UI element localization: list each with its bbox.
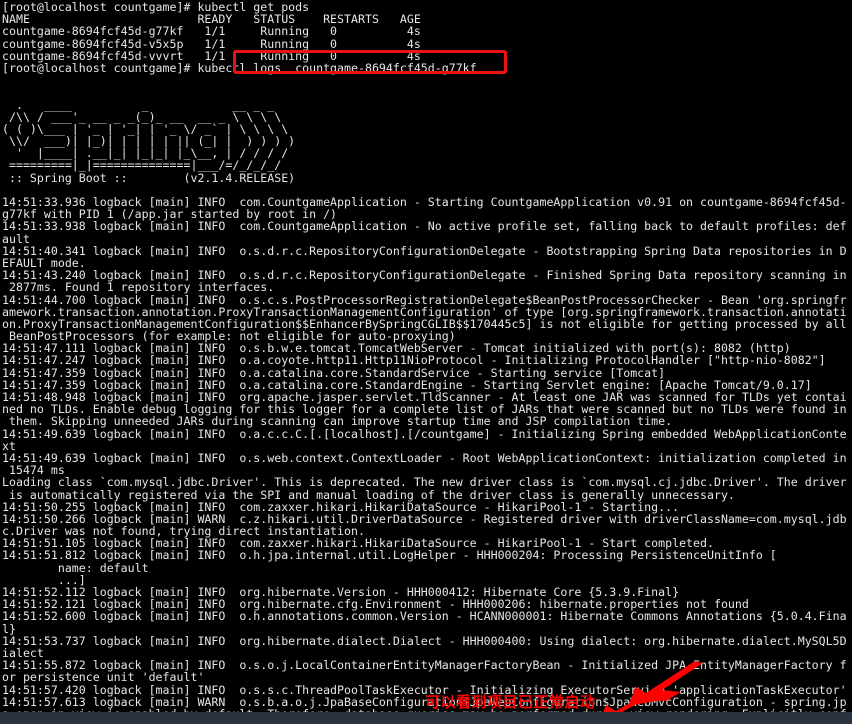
terminal-line: 14:51:52.600 logback [main] INFO o.h.ann… bbox=[2, 609, 847, 624]
terminal-line: is automatically registered via the SPI … bbox=[2, 487, 735, 502]
terminal-line: 14:51:49.639 logback [main] INFO o.a.c.c… bbox=[2, 426, 847, 441]
terminal-line: them. Skipping unneeded JARs during scan… bbox=[2, 414, 673, 429]
terminal-line: :: Spring Boot :: (v2.1.4.RELEASE) bbox=[2, 170, 296, 185]
terminal-line: 14:51:51.812 logback [main] INFO o.h.jpa… bbox=[2, 548, 777, 563]
terminal-line: l} bbox=[2, 621, 16, 636]
terminal-line: =========|_|==============|___/=/_/_/_/ bbox=[2, 158, 282, 173]
terminal-line: Loading class `com.mysql.jdbc.Driver'. T… bbox=[2, 475, 847, 490]
terminal-line: [root@localhost countgame]# kubectl logs… bbox=[2, 60, 477, 75]
status-band bbox=[0, 712, 852, 724]
terminal-line: 14:51:49.639 logback [main] INFO o.s.web… bbox=[2, 450, 847, 465]
terminal-line: or persistence unit 'default' bbox=[2, 670, 205, 685]
terminal-line: 14:51:40.341 logback [main] INFO o.s.d.r… bbox=[2, 243, 847, 258]
terminal-line: 14:51:47.359 logback [main] INFO o.a.cat… bbox=[2, 365, 666, 380]
annotation-note: 可以看到项目已正常启动 bbox=[425, 693, 596, 711]
terminal-line: countgame-8694fcf45d-g77kf 1/1 Running 0… bbox=[2, 24, 421, 39]
terminal-line: 14:51:33.938 logback [main] INFO com.Cou… bbox=[2, 219, 847, 234]
terminal-line: 14:51:44.700 logback [main] INFO o.s.c.s… bbox=[2, 292, 847, 307]
terminal-line: 14:51:53.737 logback [main] INFO org.hib… bbox=[2, 633, 847, 648]
terminal-line: countgame-8694fcf45d-v5x5p 1/1 Running 0… bbox=[2, 36, 421, 51]
terminal-output[interactable]: [root@localhost countgame]# kubectl get … bbox=[0, 0, 852, 724]
terminal-line: ault bbox=[2, 231, 30, 246]
terminal-line: . ____ _ __ _ _ bbox=[2, 97, 275, 112]
terminal-line: 14:51:47.247 logback [main] INFO o.a.coy… bbox=[2, 353, 826, 368]
terminal-line: name: default bbox=[2, 560, 149, 575]
terminal-screen: [root@localhost countgame]# kubectl get … bbox=[0, 0, 852, 724]
terminal-line: 2877ms. Found 1 repository interfaces. bbox=[2, 280, 275, 295]
